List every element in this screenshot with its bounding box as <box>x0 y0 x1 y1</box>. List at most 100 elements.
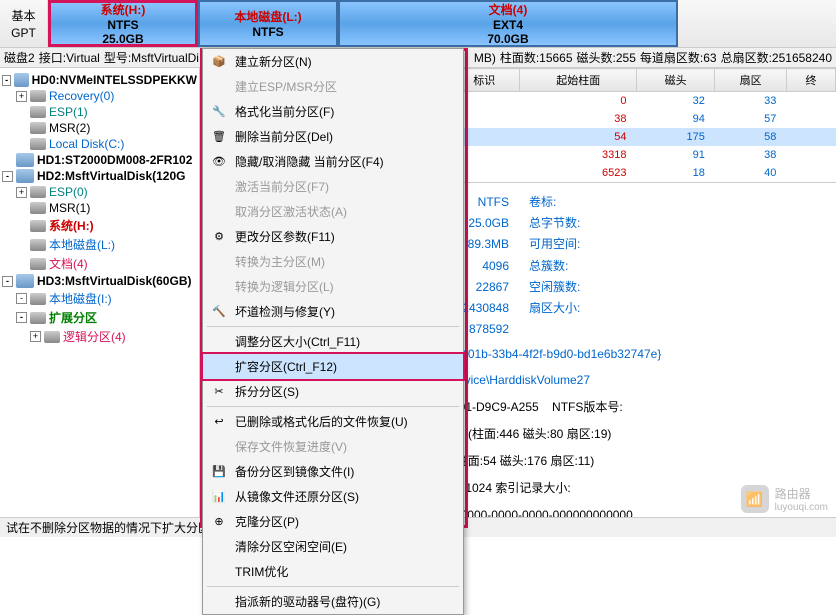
watermark: 📶 路由器 luyouqi.com <box>741 485 828 513</box>
tree-item-12[interactable]: -HD3:MsftVirtualDisk(60GB) <box>2 273 197 289</box>
partition-icon <box>30 239 46 251</box>
info-total: 总扇区数:251658240 <box>721 49 832 66</box>
menu-icon: 🔨 <box>211 304 227 320</box>
expand-icon[interactable]: - <box>2 276 13 287</box>
tree-item-8[interactable]: MSR(1) <box>2 200 197 216</box>
menu-item-20[interactable]: ⊕克隆分区(P) <box>203 509 463 534</box>
menu-icon: 📊 <box>211 489 227 505</box>
menu-item-7[interactable]: ⚙更改分区参数(F11) <box>203 224 463 249</box>
menu-label: 克隆分区(P) <box>235 513 299 530</box>
menu-item-10[interactable]: 🔨 坏道检测与修复(Y) <box>203 299 463 324</box>
tree-item-1[interactable]: +Recovery(0) <box>2 88 197 104</box>
tree-item-7[interactable]: +ESP(0) <box>2 184 197 200</box>
mode-toggle[interactable]: 基本 GPT <box>0 0 48 47</box>
menu-icon: 🗑 <box>211 129 227 145</box>
tree-label: 文档(4) <box>49 255 88 272</box>
tree-item-10[interactable]: 本地磁盘(L:) <box>2 235 197 254</box>
menu-icon: 💾 <box>211 464 227 480</box>
disk-icon <box>16 274 34 288</box>
menu-icon: 🔧 <box>211 104 227 120</box>
context-menu[interactable]: 📦建立新分区(N)建立ESP/MSR分区🔧格式化当前分区(F)🗑删除当前分区(D… <box>202 48 464 615</box>
partition-box-0[interactable]: 系统(H:)NTFS25.0GB <box>48 0 198 47</box>
expand-icon[interactable]: - <box>2 171 13 182</box>
disk-icon <box>16 169 34 183</box>
menu-label: 转换为主分区(M) <box>235 253 325 270</box>
top-toolbar: 基本 GPT 系统(H:)NTFS25.0GB本地磁盘(L:)NTFS文档(4)… <box>0 0 836 48</box>
expand-icon[interactable]: - <box>16 312 27 323</box>
tree-item-5[interactable]: HD1:ST2000DM008-2FR102 <box>2 152 197 168</box>
menu-icon <box>211 564 227 580</box>
tree-item-2[interactable]: ESP(1) <box>2 104 197 120</box>
menu-item-14[interactable]: ✂拆分分区(S) <box>203 379 463 404</box>
partition-strip: 系统(H:)NTFS25.0GB本地磁盘(L:)NTFS文档(4)EXT470.… <box>48 0 836 47</box>
expand-icon[interactable]: - <box>2 75 11 86</box>
menu-item-19[interactable]: 📊 从镜像文件还原分区(S) <box>203 484 463 509</box>
menu-item-13[interactable]: 扩容分区(Ctrl_F12) <box>201 352 465 381</box>
menu-label: 坏道检测与修复(Y) <box>235 303 335 320</box>
menu-item-18[interactable]: 💾备份分区到镜像文件(I) <box>203 459 463 484</box>
menu-item-6: 取消分区激活状态(A) <box>203 199 463 224</box>
tree-label: MSR(1) <box>49 201 90 215</box>
expand-icon[interactable]: + <box>16 187 27 198</box>
menu-item-24[interactable]: 指派新的驱动器号(盘符)(G) <box>203 589 463 614</box>
tree-item-13[interactable]: - 本地磁盘(I:) <box>2 289 197 308</box>
partition-icon <box>44 331 60 343</box>
partition-icon <box>30 293 46 305</box>
router-icon: 📶 <box>741 485 769 513</box>
detail-label: 扇区大小: <box>529 299 580 318</box>
info-heads: 磁头数:255 <box>577 49 636 66</box>
menu-icon: 📦 <box>211 54 227 70</box>
col-header[interactable]: 磁头 <box>636 69 714 92</box>
expand-icon[interactable]: + <box>16 91 27 102</box>
partition-icon <box>30 258 46 270</box>
partition-box-1[interactable]: 本地磁盘(L:)NTFS <box>198 0 338 47</box>
col-header[interactable]: 起始柱面 <box>520 69 636 92</box>
menu-label: 格式化当前分区(F) <box>235 103 334 120</box>
part-size: 25.0GB <box>102 32 143 46</box>
col-header[interactable]: 终 <box>786 69 835 92</box>
menu-item-21[interactable]: 清除分区空闲空间(E) <box>203 534 463 559</box>
menu-item-4[interactable]: 👁隐藏/取消隐藏 当前分区(F4) <box>203 149 463 174</box>
menu-item-16[interactable]: ↩已删除或格式化后的文件恢复(U) <box>203 409 463 434</box>
menu-item-12[interactable]: 调整分区大小(Ctrl_F11) <box>203 329 463 354</box>
detail-label: 总簇数: <box>529 257 580 276</box>
tree-item-4[interactable]: Local Disk(C:) <box>2 136 197 152</box>
menu-icon <box>211 594 227 610</box>
partition-icon <box>30 106 46 118</box>
disk-tree[interactable]: -HD0:NVMeINTELSSDPEKKW+Recovery(0)ESP(1)… <box>0 68 200 537</box>
menu-label: 转换为逻辑分区(L) <box>235 278 334 295</box>
menu-separator <box>207 326 459 327</box>
tree-label: 本地磁盘(I:) <box>49 290 112 307</box>
menu-label: 清除分区空闲空间(E) <box>235 538 347 555</box>
expand-icon[interactable]: + <box>30 331 41 342</box>
partition-icon <box>30 220 46 232</box>
tree-item-3[interactable]: MSR(2) <box>2 120 197 136</box>
menu-label: 指派新的驱动器号(盘符)(G) <box>235 593 380 610</box>
tree-label: HD1:ST2000DM008-2FR102 <box>37 153 192 167</box>
partition-box-2[interactable]: 文档(4)EXT470.0GB <box>338 0 678 47</box>
tree-item-14[interactable]: -扩展分区 <box>2 308 197 327</box>
col-header[interactable]: 扇区 <box>715 69 787 92</box>
tree-label: MSR(2) <box>49 121 90 135</box>
tree-item-15[interactable]: +逻辑分区(4) <box>2 327 197 346</box>
menu-item-22[interactable]: TRIM优化 <box>203 559 463 584</box>
info-disk: 磁盘2 <box>4 49 35 66</box>
wm-text: 路由器 <box>775 485 828 502</box>
tree-item-9[interactable]: 系统(H:) <box>2 216 197 235</box>
expand-icon[interactable]: - <box>16 293 27 304</box>
menu-item-0[interactable]: 📦建立新分区(N) <box>203 49 463 74</box>
menu-item-3[interactable]: 🗑删除当前分区(Del) <box>203 124 463 149</box>
menu-label: 从镜像文件还原分区(S) <box>235 488 359 505</box>
partition-icon <box>30 90 46 102</box>
detail-label: 空闲簇数: <box>529 278 580 297</box>
info-spt: 每道扇区数:63 <box>640 49 717 66</box>
wm-url: luyouqi.com <box>775 502 828 513</box>
tree-item-0[interactable]: -HD0:NVMeINTELSSDPEKKW <box>2 72 197 88</box>
menu-item-2[interactable]: 🔧 格式化当前分区(F) <box>203 99 463 124</box>
menu-label: 调整分区大小(Ctrl_F11) <box>235 333 360 350</box>
part-name: 系统(H:) <box>101 1 146 18</box>
part-fs: NTFS <box>252 25 283 39</box>
tree-item-11[interactable]: 文档(4) <box>2 254 197 273</box>
tree-item-6[interactable]: -HD2:MsftVirtualDisk(120G <box>2 168 197 184</box>
menu-icon <box>211 439 227 455</box>
